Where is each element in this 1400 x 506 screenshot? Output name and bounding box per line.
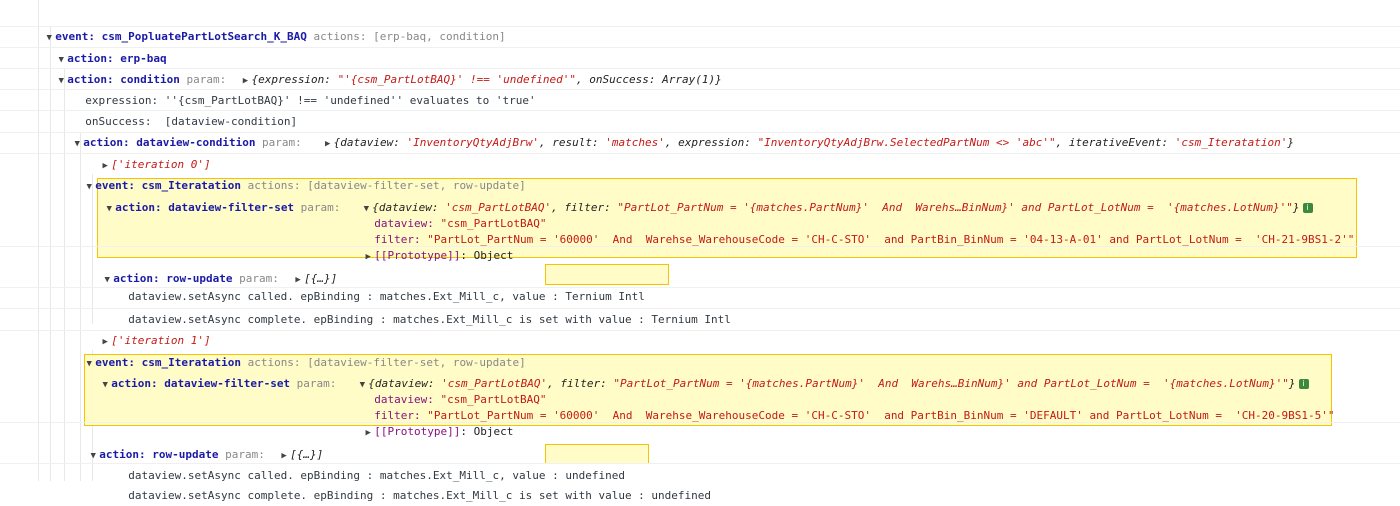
log-line-async-called: dataview.setAsync called. epBinding : ma… (128, 469, 625, 482)
log-line-expression: expression: ''{csm_PartLotBAQ}' !== 'und… (0, 68, 1400, 107)
event-row-iteration[interactable]: ▼ event: csm_Iteratation actions: [datavi… (0, 153, 1400, 192)
action-row-dataview-condition[interactable]: ▼ action: dataview-condition param: ▶ {dat… (0, 110, 1400, 149)
action-row-row-update[interactable]: ▼ action: row-update param: ▶ [{…}] (0, 246, 1400, 285)
action-row-condition[interactable]: ▼ action: condition param: ▶ {expression: … (0, 47, 1400, 86)
log-line-async-complete: dataview.setAsync complete. epBinding : … (0, 287, 1400, 326)
iteration-row[interactable]: ▶ ['iteration 1'] (0, 308, 1400, 347)
log-line-async-called: dataview.setAsync called. epBinding : ma… (128, 290, 645, 303)
event-row-iteration[interactable]: ▼ event: csm_Iteratation actions: [datavi… (0, 330, 1400, 369)
log-line-onsuccess: onSuccess: [dataview-condition] (0, 89, 1400, 128)
prototype-row[interactable]: ▶ [[Prototype]]: Object (0, 400, 1400, 438)
action-row-erp-baq[interactable]: ▼ action: erp-baq (0, 26, 1400, 65)
action-row-row-update[interactable]: ▼ action: row-update param: ▶ [{…}] (0, 422, 1400, 461)
prototype-row[interactable]: ▶ [[Prototype]]: Object (0, 224, 1400, 262)
iteration-row[interactable]: ▶ ['iteration 0'] (0, 132, 1400, 171)
event-row-main[interactable]: ▼ event: csm_PopluatePartLotSearch_K_BAQ … (0, 5, 1400, 43)
